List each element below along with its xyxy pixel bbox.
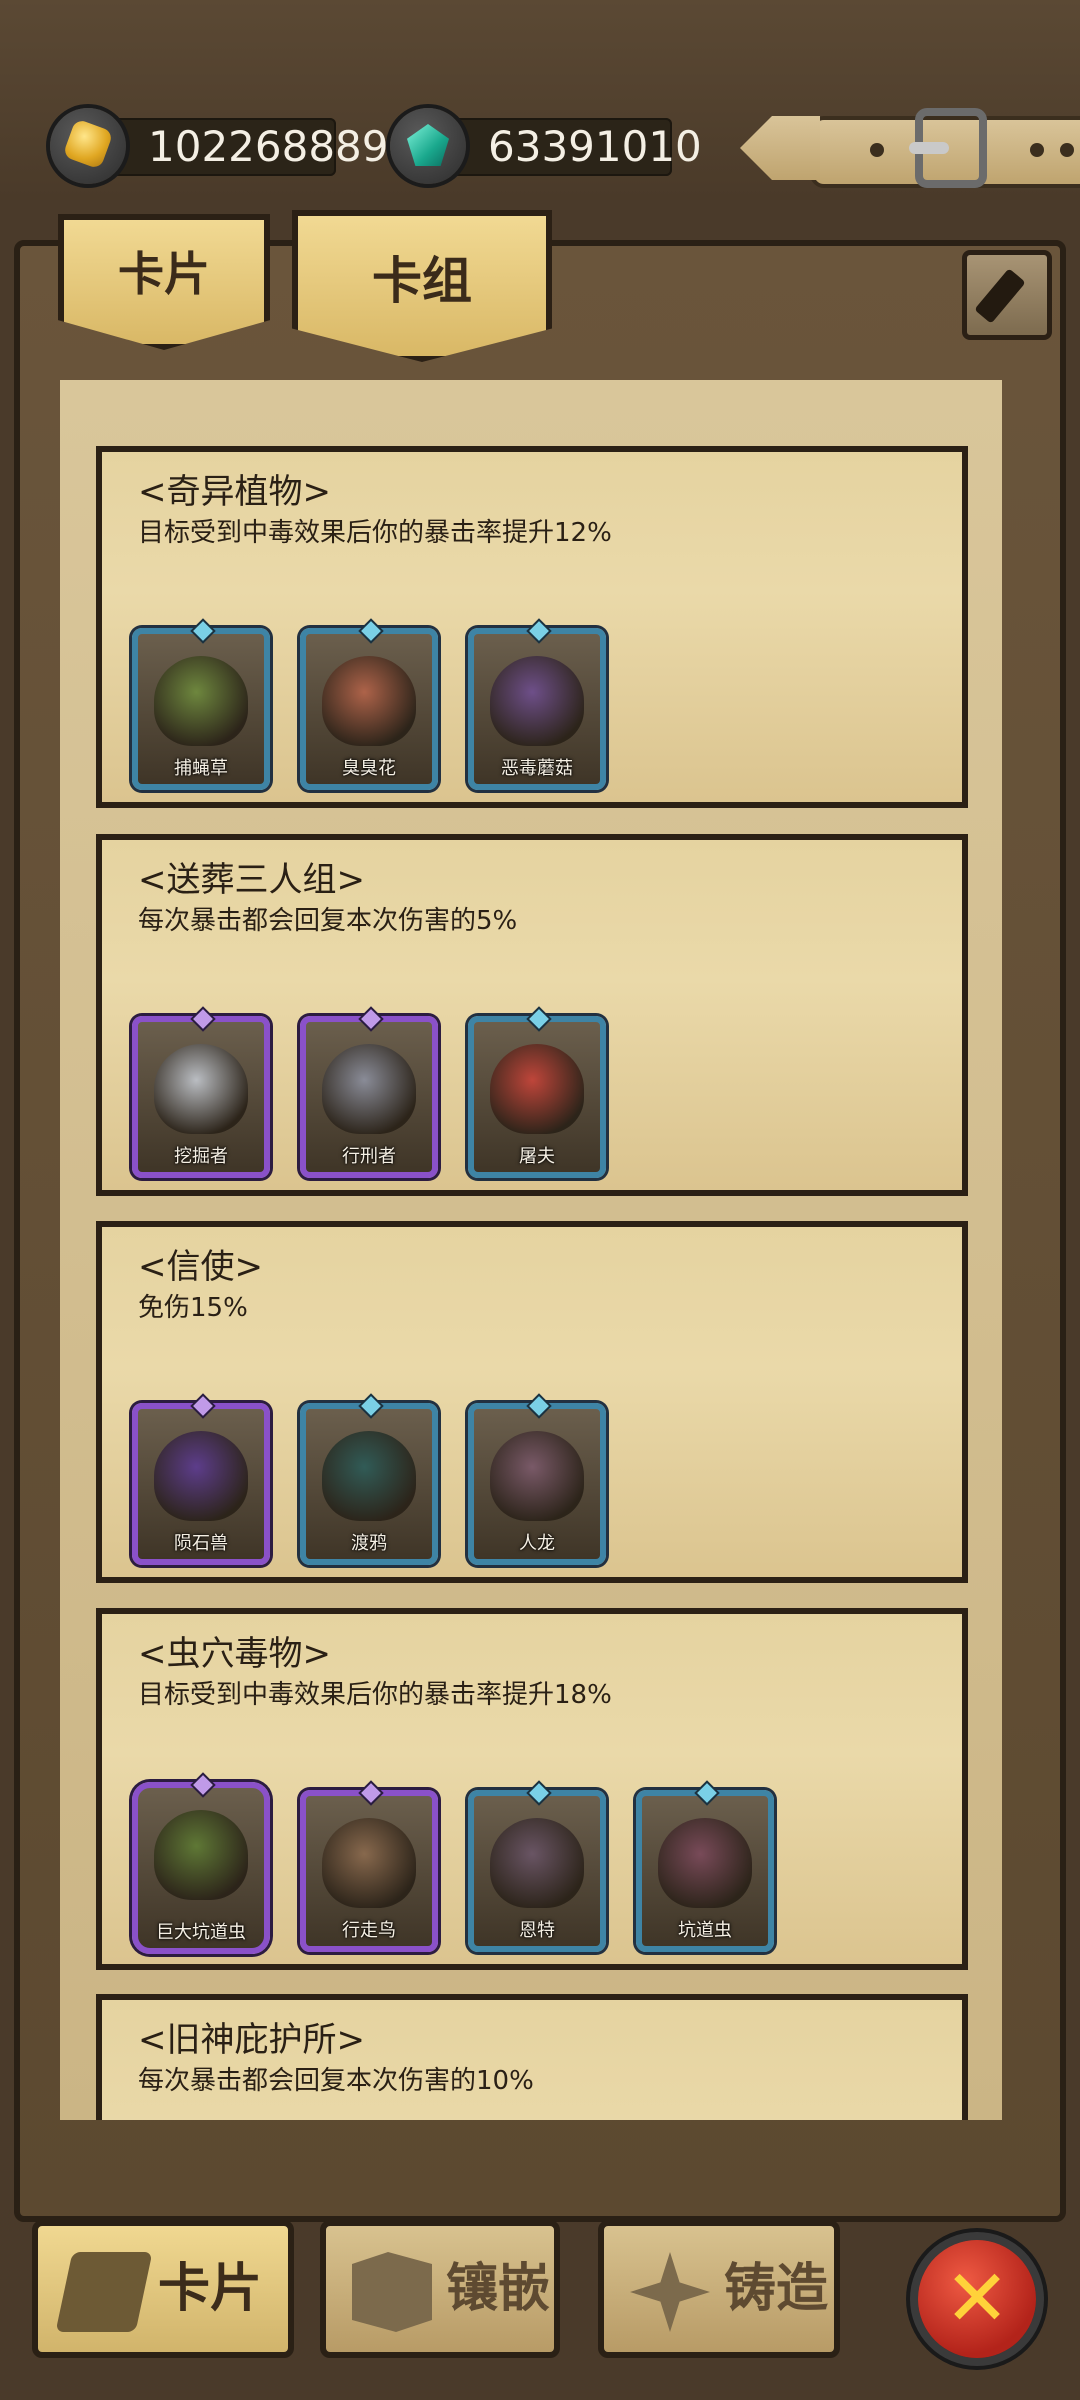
inlay-icon (352, 2252, 432, 2332)
nav-forge-button[interactable]: 铸造 (598, 2220, 840, 2358)
card-name: 捕蝇草 (174, 758, 228, 779)
deck-description: 每次暴击都会回复本次伤害的10% (138, 2066, 534, 2096)
rarity-gem-icon (361, 1783, 381, 1803)
monster-card[interactable]: 坑道虫 (636, 1783, 774, 1952)
buckle-icon (909, 108, 987, 188)
card-name: 陨石兽 (174, 1533, 228, 1554)
gold-coin-icon (50, 108, 126, 184)
deck-title: <奇异植物> (138, 472, 331, 512)
monster-card[interactable]: 陨石兽 (132, 1396, 270, 1565)
card-icon (55, 2252, 153, 2332)
gold-counter: 102268889 (50, 108, 389, 184)
monster-portrait (490, 656, 584, 746)
rarity-gem-icon (193, 621, 213, 641)
deck-panel[interactable]: <旧神庇护所> 每次暴击都会回复本次伤害的10% (96, 1994, 968, 2120)
card-name: 臭臭花 (342, 758, 396, 779)
deck-description: 免伤15% (138, 1293, 248, 1323)
deck-title: <信使> (138, 1247, 263, 1287)
card-name: 坑道虫 (678, 1920, 732, 1941)
monster-portrait (154, 656, 248, 746)
monster-card[interactable]: 捕蝇草 (132, 621, 270, 790)
nav-cards-button[interactable]: 卡片 (32, 2220, 294, 2358)
nav-forge-label: 铸造 (724, 2259, 829, 2319)
card-name: 恩特 (519, 1920, 555, 1941)
rarity-gem-icon (193, 1396, 213, 1416)
belt-decoration (740, 108, 1080, 188)
monster-portrait (658, 1818, 752, 1908)
card-name: 挖掘者 (174, 1146, 228, 1167)
scroll-hint (150, 382, 910, 414)
monster-card[interactable]: 恩特 (468, 1783, 606, 1952)
monster-card[interactable]: 屠夫 (468, 1009, 606, 1178)
deck-title: <送葬三人组> (138, 860, 365, 900)
monster-card[interactable]: 臭臭花 (300, 621, 438, 790)
rarity-gem-icon (361, 621, 381, 641)
monster-portrait (490, 1431, 584, 1521)
card-name: 巨大坑道虫 (156, 1922, 246, 1943)
rarity-gem-icon (361, 1009, 381, 1029)
card-name: 行刑者 (342, 1146, 396, 1167)
rarity-gem-icon (529, 1783, 549, 1803)
monster-portrait (322, 1818, 416, 1908)
card-name: 人龙 (519, 1533, 555, 1554)
deck-title: <旧神庇护所> (138, 2020, 365, 2060)
edit-button[interactable] (962, 250, 1052, 340)
monster-portrait (154, 1044, 248, 1134)
deck-panel[interactable]: <虫穴毒物> 目标受到中毒效果后你的暴击率提升18% 巨大坑道虫 行走鸟 恩特 坑道虫 (96, 1608, 968, 1970)
monster-portrait (322, 656, 416, 746)
monster-portrait (490, 1818, 584, 1908)
deck-panel[interactable]: <送葬三人组> 每次暴击都会回复本次伤害的5% 挖掘者 行刑者 屠夫 (96, 834, 968, 1196)
monster-card[interactable]: 巨大坑道虫 (132, 1775, 270, 1954)
monster-card[interactable]: 人龙 (468, 1396, 606, 1565)
gem-counter: 63391010 (390, 108, 702, 184)
nav-inlay-label: 镶嵌 (446, 2259, 551, 2319)
rarity-gem-icon (697, 1783, 717, 1803)
monster-card[interactable]: 恶毒蘑菇 (468, 621, 606, 790)
rarity-gem-icon (193, 1009, 213, 1029)
forge-icon (630, 2252, 710, 2332)
monster-portrait (154, 1810, 248, 1900)
monster-card[interactable]: 行刑者 (300, 1009, 438, 1178)
deck-description: 目标受到中毒效果后你的暴击率提升12% (138, 518, 612, 548)
gold-amount: 102268889 (148, 122, 389, 171)
card-name: 屠夫 (519, 1146, 555, 1167)
monster-portrait (490, 1044, 584, 1134)
nav-inlay-button[interactable]: 镶嵌 (320, 2220, 560, 2358)
monster-portrait (154, 1431, 248, 1521)
deck-panel[interactable]: <信使> 免伤15% 陨石兽 渡鸦 人龙 (96, 1221, 968, 1583)
deck-list[interactable]: <奇异植物> 目标受到中毒效果后你的暴击率提升12% 捕蝇草 臭臭花 恶毒蘑菇 <送葬三人… (60, 380, 1002, 2120)
card-name: 渡鸦 (351, 1533, 387, 1554)
deck-description: 每次暴击都会回复本次伤害的5% (138, 906, 518, 936)
card-name: 行走鸟 (342, 1920, 396, 1941)
rarity-gem-icon (529, 1009, 549, 1029)
monster-portrait (322, 1431, 416, 1521)
deck-description: 目标受到中毒效果后你的暴击率提升18% (138, 1680, 612, 1710)
deck-title: <虫穴毒物> (138, 1634, 331, 1674)
nav-cards-label: 卡片 (158, 2259, 263, 2319)
rarity-gem-icon (529, 621, 549, 641)
gem-amount: 63391010 (488, 122, 702, 171)
monster-card[interactable]: 行走鸟 (300, 1783, 438, 1952)
card-name: 恶毒蘑菇 (501, 758, 573, 779)
rarity-gem-icon (193, 1775, 213, 1795)
monster-card[interactable]: 渡鸦 (300, 1396, 438, 1565)
deck-panel[interactable]: <奇异植物> 目标受到中毒效果后你的暴击率提升12% 捕蝇草 臭臭花 恶毒蘑菇 (96, 446, 968, 808)
gem-icon (390, 108, 466, 184)
rarity-gem-icon (529, 1396, 549, 1416)
close-button[interactable]: ✕ (918, 2240, 1036, 2358)
monster-portrait (322, 1044, 416, 1134)
rarity-gem-icon (361, 1396, 381, 1416)
monster-card[interactable]: 挖掘者 (132, 1009, 270, 1178)
top-bar: 102268889 63391010 (0, 0, 1080, 200)
